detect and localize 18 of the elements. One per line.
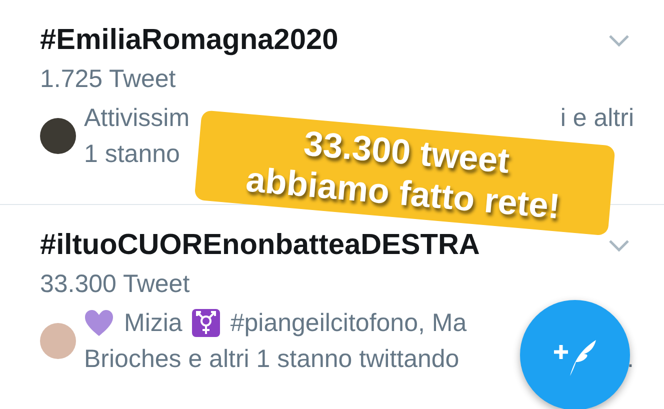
- tweet-count: 33.300 Tweet: [40, 270, 191, 299]
- transgender-symbol-icon: [192, 309, 220, 337]
- compose-tweet-button[interactable]: [520, 300, 630, 409]
- tweet-count: 1.725 Tweet: [40, 65, 177, 94]
- heart-icon: [84, 309, 114, 337]
- avatar-photo-placeholder: [40, 118, 76, 154]
- chevron-down-icon[interactable]: [608, 34, 630, 48]
- trend-hashtag[interactable]: #EmiliaRomagna2020: [40, 24, 338, 57]
- trend-context-text: Attivissim: [84, 103, 190, 134]
- trend-context-text: .: [627, 344, 634, 375]
- trend-context-text: i e altri: [560, 103, 634, 134]
- avatar-photo-placeholder: [40, 323, 76, 359]
- chevron-down-icon[interactable]: [608, 238, 630, 252]
- trend-context-text: 1 stanno: [84, 139, 180, 170]
- trend-context-text: #piangeilcitofono, Ma: [230, 308, 467, 339]
- trend-context-text: Brioches e altri 1 stanno twittando: [84, 344, 460, 375]
- trend-context-text: Mizia: [124, 308, 182, 339]
- trend-hashtag[interactable]: #iltuoCUOREnonbatteaDESTRA: [40, 229, 480, 262]
